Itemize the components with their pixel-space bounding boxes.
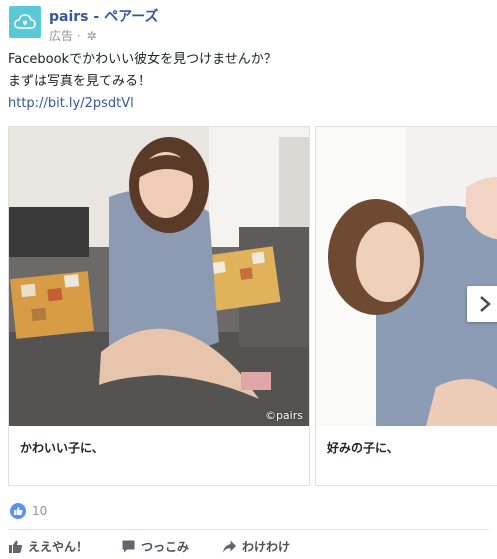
- like-badge: [10, 503, 26, 519]
- post-text-line: Facebookでかわいい彼女を見つけませんか？: [8, 52, 277, 67]
- card-photo[interactable]: ©pairs: [9, 127, 309, 426]
- card-caption[interactable]: 好みの子に、: [327, 439, 399, 456]
- thumbs-up-icon: [14, 507, 23, 515]
- post-meta: 広告 · ✲: [49, 27, 97, 44]
- thumbs-up-icon: [9, 540, 23, 553]
- page-avatar[interactable]: [9, 6, 41, 38]
- card-photo[interactable]: [316, 127, 497, 426]
- card-caption[interactable]: かわいい子に、: [20, 439, 104, 456]
- action-divider: [8, 529, 489, 530]
- like-label: ええやん！: [28, 540, 89, 554]
- chevron-right-icon: [480, 296, 491, 312]
- page-name-link[interactable]: pairs - ペアーズ: [49, 6, 159, 26]
- post-link[interactable]: http://bit.ly/2psdtVl: [8, 93, 277, 115]
- woman-on-sofa-photo: [9, 127, 309, 426]
- like-count: 10: [32, 504, 48, 518]
- pillow-left: [10, 271, 94, 339]
- action-bar: ええやん！ つっこみ わけわけ: [8, 536, 489, 558]
- carousel-next-button[interactable]: [467, 286, 497, 322]
- post-header: pairs - ペアーズ 広告 · ✲: [8, 5, 488, 45]
- comment-icon: [122, 540, 135, 553]
- post-text-line: まずは写真を見てみる！: [8, 74, 152, 89]
- woman-reaching-photo: [316, 127, 497, 426]
- post-body: Facebookでかわいい彼女を見つけませんか？ まずは写真を見てみる！ htt…: [8, 49, 277, 115]
- sponsored-label[interactable]: 広告 ·: [49, 29, 84, 43]
- carousel: ©pairs かわいい子に、 好みの子に、: [8, 126, 497, 488]
- photo-watermark: ©pairs: [264, 409, 303, 422]
- comment-label: つっこみ: [141, 540, 190, 554]
- carousel-card[interactable]: ©pairs かわいい子に、: [8, 126, 310, 486]
- cloud-logo-icon: [14, 14, 36, 29]
- comment-button[interactable]: つっこみ: [121, 536, 221, 558]
- share-arrow-icon: [223, 540, 236, 553]
- share-button[interactable]: わけわけ: [222, 536, 322, 558]
- share-label: わけわけ: [242, 540, 291, 554]
- globe-icon: ✲: [86, 29, 97, 43]
- like-button[interactable]: ええやん！: [8, 536, 108, 558]
